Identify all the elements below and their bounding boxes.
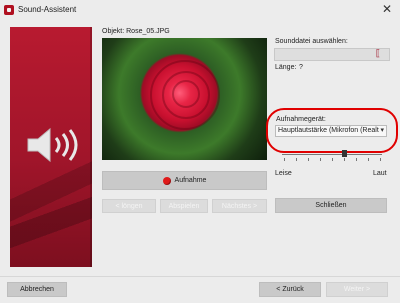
app-logo-icon bbox=[4, 5, 14, 15]
sound-file-label: Sounddatei auswählen: bbox=[275, 38, 348, 45]
slider-tick bbox=[296, 158, 297, 161]
slider-tick bbox=[308, 158, 309, 161]
record-button[interactable]: Aufnahme bbox=[102, 171, 267, 190]
title-bar: Sound-Assistent ✕ bbox=[0, 0, 400, 20]
slider-tick bbox=[344, 158, 345, 161]
back-button[interactable]: < Zurück bbox=[259, 282, 321, 297]
slider-tick bbox=[284, 158, 285, 161]
speaker-icon bbox=[27, 127, 78, 163]
record-button-label: Aufnahme bbox=[174, 177, 207, 184]
slider-tick bbox=[320, 158, 321, 161]
slider-tick bbox=[380, 158, 381, 161]
length-value: ? bbox=[299, 64, 303, 71]
delete-button[interactable]: < löngen bbox=[102, 199, 156, 213]
browse-icon[interactable]: ⟦ bbox=[372, 47, 384, 59]
next-recording-button[interactable]: Nächstes > bbox=[212, 199, 267, 213]
cancel-button[interactable]: Abbrechen bbox=[7, 282, 67, 297]
object-label: Objekt: Rose_05.JPG bbox=[102, 28, 170, 35]
close-dialog-button[interactable]: Schließen bbox=[275, 198, 387, 213]
slider-tick bbox=[368, 158, 369, 161]
play-button[interactable]: Abspielen bbox=[160, 199, 208, 213]
volume-slider-thumb[interactable] bbox=[341, 150, 347, 157]
volume-slider-track[interactable] bbox=[282, 154, 382, 155]
next-button[interactable]: Weiter > bbox=[326, 282, 388, 297]
highlight-ring bbox=[266, 108, 398, 153]
slider-tick bbox=[356, 158, 357, 161]
record-dot-icon bbox=[162, 176, 171, 185]
volume-max-label: Laut bbox=[373, 170, 387, 177]
slider-tick bbox=[332, 158, 333, 161]
footer-divider bbox=[0, 276, 400, 277]
window-title: Sound-Assistent bbox=[18, 5, 77, 14]
side-banner bbox=[10, 27, 92, 267]
close-icon[interactable]: ✕ bbox=[382, 2, 392, 16]
object-image bbox=[102, 38, 267, 160]
length-label: Länge: bbox=[275, 64, 297, 71]
volume-min-label: Leise bbox=[275, 170, 292, 177]
